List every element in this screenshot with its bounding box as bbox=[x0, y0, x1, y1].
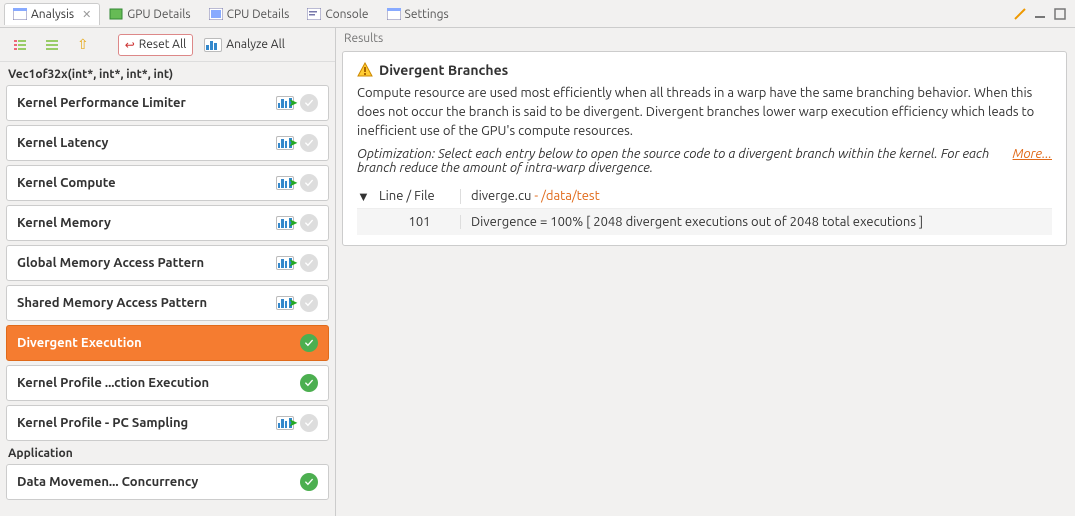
status-gray-icon: ✓ bbox=[300, 254, 318, 272]
app-items: Data Movemen... Concurrency ✓ bbox=[0, 464, 335, 500]
status-gray-icon: ✓ bbox=[300, 134, 318, 152]
item-label: Kernel Profile - PC Sampling bbox=[17, 416, 188, 430]
app-section-title: Application bbox=[0, 441, 335, 464]
main-area: ⇧ ↩ Reset All Analyze All Vec1of32x(int*… bbox=[0, 28, 1075, 516]
item-kernel-memory[interactable]: Kernel Memory ➤ ✓ bbox=[6, 205, 329, 241]
console-icon bbox=[307, 8, 321, 20]
status-gray-icon: ✓ bbox=[300, 214, 318, 232]
warning-icon bbox=[357, 62, 373, 78]
pen-icon[interactable] bbox=[1013, 7, 1027, 21]
results-title: Divergent Branches bbox=[379, 62, 508, 78]
button-label: Reset All bbox=[139, 38, 186, 51]
left-toolbar: ⇧ ↩ Reset All Analyze All bbox=[0, 28, 335, 62]
status-green-icon: ✓ bbox=[300, 473, 318, 491]
left-panel: ⇧ ↩ Reset All Analyze All Vec1of32x(int*… bbox=[0, 28, 336, 516]
up-arrow-button[interactable]: ⇧ bbox=[70, 32, 96, 57]
tab-label: Settings bbox=[405, 8, 449, 21]
item-kernel-perf-limiter[interactable]: Kernel Performance Limiter ➤ ✓ bbox=[6, 85, 329, 121]
file-path: - /data/test bbox=[531, 189, 599, 203]
chart-icon[interactable]: ➤ bbox=[276, 136, 294, 150]
row-desc: Divergence = 100% [ 2048 divergent execu… bbox=[461, 215, 1052, 229]
item-global-mem-access[interactable]: Global Memory Access Pattern ➤ ✓ bbox=[6, 245, 329, 281]
right-panel: Results Divergent Branches Compute resou… bbox=[336, 28, 1075, 516]
item-label: Kernel Profile ...ction Execution bbox=[17, 376, 209, 390]
chart-icon[interactable]: ➤ bbox=[276, 216, 294, 230]
item-label: Kernel Compute bbox=[17, 176, 116, 190]
chart-icon[interactable]: ➤ bbox=[276, 416, 294, 430]
reset-all-button[interactable]: ↩ Reset All bbox=[118, 34, 194, 56]
gpu-icon bbox=[109, 8, 123, 20]
item-label: Kernel Latency bbox=[17, 136, 108, 150]
button-label: Analyze All bbox=[226, 38, 285, 51]
more-link[interactable]: More... bbox=[1013, 147, 1052, 161]
analyze-all-button[interactable]: Analyze All bbox=[197, 34, 292, 56]
results-table: ▼ Line / File diverge.cu - /data/test 10… bbox=[357, 185, 1052, 235]
table-row[interactable]: 101 Divergence = 100% [ 2048 divergent e… bbox=[357, 209, 1052, 235]
file-name: diverge.cu bbox=[471, 189, 531, 203]
item-kernel-compute[interactable]: Kernel Compute ➤ ✓ bbox=[6, 165, 329, 201]
chart-icon[interactable]: ➤ bbox=[276, 96, 294, 110]
status-gray-icon: ✓ bbox=[300, 174, 318, 192]
close-icon[interactable]: ✕ bbox=[82, 8, 91, 21]
item-label: Divergent Execution bbox=[17, 336, 142, 350]
tab-label: Console bbox=[325, 8, 368, 21]
cpu-icon bbox=[209, 8, 223, 20]
item-label: Global Memory Access Pattern bbox=[17, 256, 204, 270]
item-label: Data Movemen... Concurrency bbox=[17, 475, 198, 489]
status-gray-icon: ✓ bbox=[300, 294, 318, 312]
tab-label: GPU Details bbox=[127, 8, 190, 21]
list-view-1-button[interactable] bbox=[6, 34, 34, 56]
row-line: 101 bbox=[375, 215, 461, 229]
collapse-toggle-icon[interactable]: ▼ bbox=[357, 189, 375, 204]
item-data-movement[interactable]: Data Movemen... Concurrency ✓ bbox=[6, 464, 329, 500]
item-divergent-execution[interactable]: Divergent Execution ✓ bbox=[6, 325, 329, 361]
minimize-icon[interactable] bbox=[1033, 7, 1047, 21]
item-kernel-profile-exec[interactable]: Kernel Profile ...ction Execution ✓ bbox=[6, 365, 329, 401]
tab-settings[interactable]: Settings bbox=[378, 3, 458, 25]
tab-cpu-details[interactable]: CPU Details bbox=[200, 3, 299, 25]
item-label: Kernel Memory bbox=[17, 216, 111, 230]
item-kernel-profile-pc[interactable]: Kernel Profile - PC Sampling ➤ ✓ bbox=[6, 405, 329, 441]
chart-icon[interactable]: ➤ bbox=[276, 256, 294, 270]
list-view-2-button[interactable] bbox=[38, 34, 66, 56]
tab-console[interactable]: Console bbox=[298, 3, 377, 25]
kernel-section-title: Vec1of32x(int*, int*, int*, int) bbox=[0, 62, 335, 85]
status-gray-icon: ✓ bbox=[300, 94, 318, 112]
top-tabbar: Analysis ✕ GPU Details CPU Details Conso… bbox=[0, 0, 1075, 28]
chart-icon[interactable]: ➤ bbox=[276, 176, 294, 190]
results-section-label: Results bbox=[336, 28, 1075, 49]
tab-label: CPU Details bbox=[227, 8, 290, 21]
results-body: Compute resource are used most efficient… bbox=[357, 84, 1052, 141]
analysis-icon bbox=[13, 8, 27, 20]
tab-label: Analysis bbox=[31, 8, 74, 21]
maximize-icon[interactable] bbox=[1053, 7, 1067, 21]
chart-icon bbox=[204, 38, 222, 52]
analysis-items: Kernel Performance Limiter ➤ ✓ Kernel La… bbox=[0, 85, 335, 441]
status-green-icon: ✓ bbox=[300, 374, 318, 392]
item-label: Shared Memory Access Pattern bbox=[17, 296, 207, 310]
item-label: Kernel Performance Limiter bbox=[17, 96, 186, 110]
tab-analysis[interactable]: Analysis ✕ bbox=[4, 3, 100, 25]
item-shared-mem-access[interactable]: Shared Memory Access Pattern ➤ ✓ bbox=[6, 285, 329, 321]
status-green-icon: ✓ bbox=[300, 334, 318, 352]
table-header-file[interactable]: diverge.cu - /data/test bbox=[461, 189, 1052, 204]
reset-icon: ↩ bbox=[125, 38, 135, 52]
status-gray-icon: ✓ bbox=[300, 414, 318, 432]
item-kernel-latency[interactable]: Kernel Latency ➤ ✓ bbox=[6, 125, 329, 161]
table-header-line[interactable]: Line / File bbox=[375, 189, 461, 204]
tab-gpu-details[interactable]: GPU Details bbox=[100, 3, 199, 25]
results-optimization: Optimization: Select each entry below to… bbox=[357, 147, 993, 175]
chart-icon[interactable]: ➤ bbox=[276, 296, 294, 310]
results-box: Divergent Branches Compute resource are … bbox=[342, 51, 1067, 246]
settings-icon bbox=[387, 8, 401, 20]
